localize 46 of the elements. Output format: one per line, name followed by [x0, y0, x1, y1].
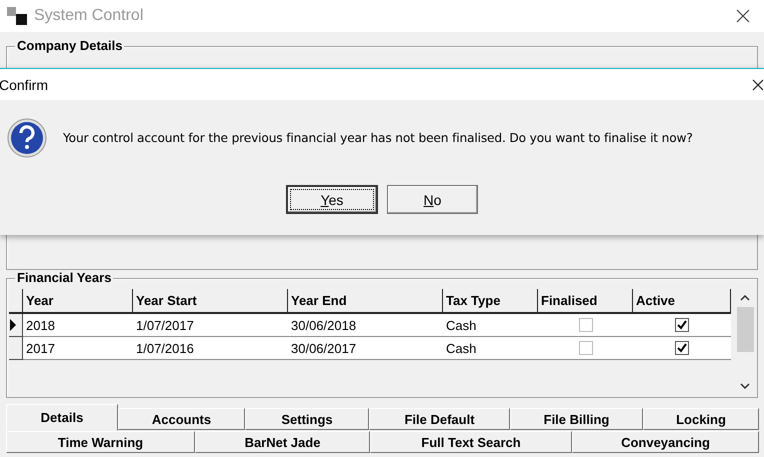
column-header: Year End: [288, 289, 443, 314]
column-header: Active: [633, 289, 731, 314]
column-header: Tax Type: [443, 289, 538, 314]
table-cell: Cash: [443, 314, 538, 337]
tab[interactable]: Full Text Search: [370, 431, 572, 453]
dialog-title: Confirm: [0, 76, 48, 92]
row-indicator[interactable]: [9, 337, 23, 360]
tab[interactable]: Settings: [245, 408, 369, 430]
column-header: Finalised: [538, 289, 633, 314]
checkbox[interactable]: [578, 318, 592, 332]
close-icon[interactable]: [736, 9, 750, 23]
question-icon: [7, 118, 47, 158]
checkbox[interactable]: [578, 341, 592, 355]
group-title: Company Details: [15, 38, 124, 53]
row-indicator[interactable]: [9, 314, 23, 337]
column-header: Year Start: [133, 289, 288, 314]
table-cell: 2018: [23, 314, 133, 337]
table-cell: 2017: [23, 337, 133, 360]
tab[interactable]: File Default: [369, 408, 510, 430]
table-header-cell: [9, 289, 23, 314]
dialog-message: Your control account for the previous financial year has not been finalised. Do you want to finalise it now?: [63, 131, 693, 145]
tab[interactable]: Accounts: [118, 408, 245, 430]
table-cell: 1/07/2016: [133, 337, 288, 360]
row-pointer-icon: [9, 318, 17, 332]
table-cell: Cash: [443, 337, 538, 360]
table-cell: 1/07/2017: [133, 314, 288, 337]
tab[interactable]: Conveyancing: [572, 431, 759, 453]
dialog-button[interactable]: Yes: [286, 185, 378, 214]
tab[interactable]: File Billing: [510, 408, 643, 430]
checkbox[interactable]: [675, 341, 689, 355]
group-title: Financial Years: [15, 270, 114, 285]
scroll-down-icon[interactable]: [740, 383, 750, 389]
app-logo-icon: [6, 6, 28, 26]
tab[interactable]: Time Warning: [6, 431, 195, 453]
tab[interactable]: Details: [6, 404, 118, 431]
tab[interactable]: BarNet Jade: [195, 431, 370, 453]
checkbox[interactable]: [675, 318, 689, 332]
tab[interactable]: Locking: [643, 408, 759, 430]
dialog-button[interactable]: No: [387, 185, 478, 214]
window-title: System Control: [34, 7, 144, 25]
column-header: Year: [23, 289, 133, 314]
close-icon[interactable]: [752, 78, 764, 90]
table-cell: 30/06/2018: [288, 314, 443, 337]
scroll-thumb[interactable]: [736, 307, 754, 352]
scroll-up-icon[interactable]: [740, 295, 750, 301]
table-cell: 30/06/2017: [288, 337, 443, 360]
